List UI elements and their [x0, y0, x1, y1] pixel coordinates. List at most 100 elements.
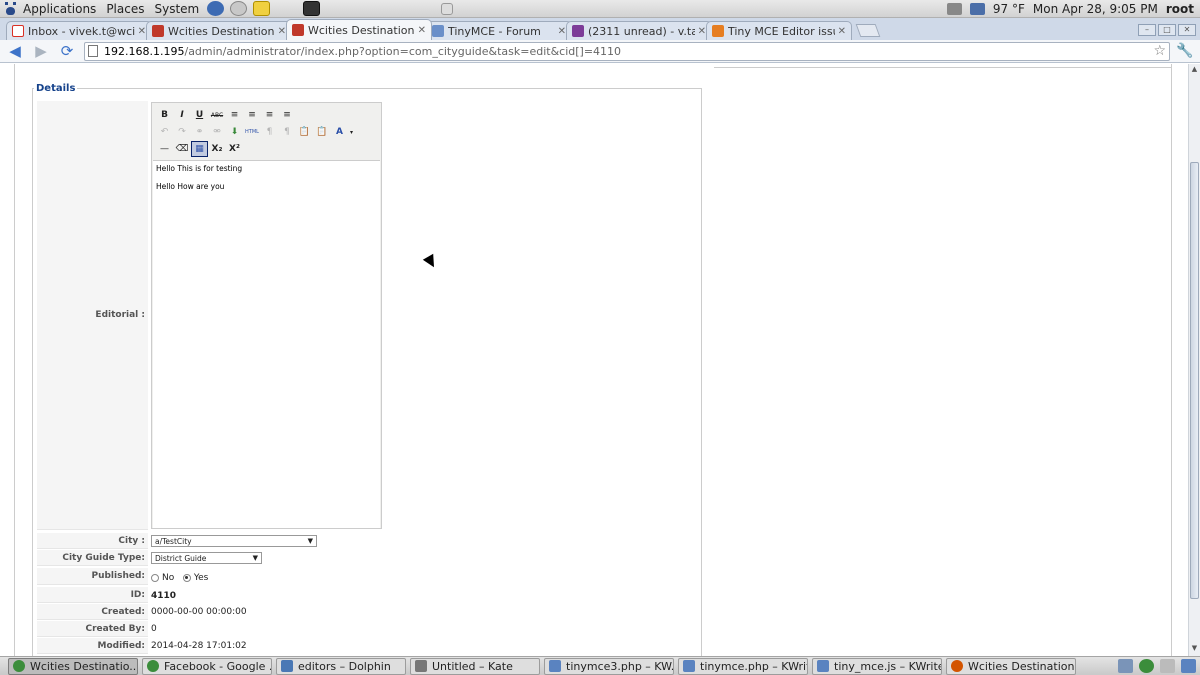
weather-text[interactable]: 97 °F — [993, 2, 1025, 16]
mail-launcher-icon[interactable] — [230, 1, 248, 16]
scroll-down-icon[interactable]: ▼ — [1189, 644, 1200, 655]
task-dolphin[interactable]: editors – Dolphin — [276, 657, 406, 675]
globe-launcher-icon[interactable] — [207, 1, 225, 16]
scroll-thumb[interactable] — [1190, 162, 1199, 599]
text-color-button[interactable]: A — [331, 124, 348, 140]
tab-wcities-active[interactable]: Wcities Destination Guide ✕ — [286, 19, 432, 40]
close-tab-icon[interactable]: ✕ — [558, 26, 566, 37]
task-kwrite-tiny-mce-js[interactable]: tiny_mce.js – KWrite — [812, 657, 942, 675]
undo-button[interactable]: ↶ — [156, 124, 173, 140]
remove-format-button[interactable]: ⌫ — [174, 141, 191, 157]
terminal-launcher-icon[interactable] — [303, 1, 321, 16]
editor-content-area[interactable]: Hello This is for testing Hello How are … — [153, 160, 380, 528]
task-facebook[interactable]: Facebook - Google ... — [142, 657, 272, 675]
tab-tinymce-forum[interactable]: TinyMCE - Forum ✕ — [426, 21, 572, 40]
address-bar[interactable]: 192.168.1.195/admin/administrator/index.… — [84, 41, 1170, 61]
details-legend: Details — [34, 83, 78, 94]
close-tab-icon[interactable]: ✕ — [138, 26, 146, 37]
strikethrough-button[interactable]: ABC — [209, 107, 226, 123]
back-icon[interactable]: ◀ — [4, 41, 26, 61]
close-tab-icon[interactable]: ✕ — [278, 26, 286, 37]
city-guide-type-select[interactable]: District Guide ▼ — [151, 552, 262, 564]
task-kwrite-tinymce3[interactable]: tinymce3.php – KW... — [544, 657, 674, 675]
scroll-up-icon[interactable]: ▲ — [1189, 65, 1200, 76]
published-yes-radio[interactable] — [182, 573, 191, 582]
tab-title: Wcities Destination Guide — [168, 24, 275, 38]
task-wcities-chrome[interactable]: Wcities Destinatio... — [8, 657, 138, 675]
tab-mail[interactable]: (2311 unread) - v.tanka ✕ — [566, 21, 712, 40]
task-kwrite-tinymce[interactable]: tinymce.php – KWrite — [678, 657, 808, 675]
tab-wcities-1[interactable]: Wcities Destination Guide ✕ — [146, 21, 292, 40]
editorial-label: Editorial : — [95, 310, 145, 320]
horizontal-rule-button[interactable]: — — [156, 141, 173, 157]
vertical-scrollbar[interactable]: ▲ ▼ — [1188, 64, 1200, 656]
published-no-radio[interactable] — [151, 573, 159, 582]
close-tab-icon[interactable]: ✕ — [698, 26, 706, 37]
minimize-icon[interactable]: – — [1138, 24, 1156, 36]
chrome-icon[interactable] — [1139, 659, 1154, 673]
align-center-button[interactable]: ≡ — [244, 107, 261, 123]
bold-button[interactable]: B — [156, 107, 173, 123]
editor-paragraph[interactable]: Hello How are you — [156, 182, 377, 191]
align-left-button[interactable]: ≡ — [226, 107, 243, 123]
clock[interactable]: Mon Apr 28, 9:05 PM — [1033, 2, 1158, 16]
bookmark-star-icon[interactable]: ☆ — [1153, 43, 1166, 59]
desktop-icon[interactable] — [1118, 659, 1133, 673]
menu-system[interactable]: System — [149, 0, 204, 18]
mce-toolbar-row-2: ↶ ↷ ⚭ ⚮ ⬇ HTML ¶ ¶ 📋 📋 A ▾ — [156, 124, 355, 140]
italic-button[interactable]: I — [174, 107, 191, 123]
volume-icon[interactable] — [946, 2, 962, 15]
display-icon[interactable] — [969, 2, 985, 15]
city-select[interactable]: a/TestCity ▼ — [151, 535, 317, 547]
align-right-button[interactable]: ≡ — [261, 107, 278, 123]
ltr-button[interactable]: ¶ — [261, 124, 278, 140]
visual-aid-button[interactable]: ▦ — [191, 141, 208, 157]
reload-icon[interactable]: ⟳ — [56, 41, 78, 61]
created-by-value: 0 — [151, 624, 157, 634]
underline-button[interactable]: U — [191, 107, 208, 123]
paste-word-button[interactable]: 📋 — [314, 124, 331, 140]
subscript-button[interactable]: X₂ — [209, 141, 226, 157]
close-tab-icon[interactable]: ✕ — [838, 26, 846, 37]
close-window-icon[interactable]: ✕ — [1178, 24, 1196, 36]
notes-launcher-icon[interactable] — [253, 1, 271, 16]
published-yes-label[interactable]: Yes — [194, 573, 209, 583]
chevron-down-icon: ▼ — [252, 554, 258, 562]
created-label-cell: Created: — [37, 604, 148, 620]
editor-paragraph[interactable]: Hello This is for testing — [156, 164, 377, 173]
blank-icon[interactable] — [1160, 659, 1175, 673]
user-name[interactable]: root — [1166, 2, 1194, 16]
type-select-value: District Guide — [155, 553, 207, 563]
new-tab-button[interactable] — [855, 24, 881, 37]
gnome-foot-icon[interactable] — [4, 1, 18, 16]
tab-tinymce-issue[interactable]: Tiny MCE Editor issue on ✕ — [706, 21, 852, 40]
link-button[interactable]: ⚭ — [191, 124, 208, 140]
network-icon[interactable] — [441, 2, 454, 15]
menu-places[interactable]: Places — [101, 0, 149, 18]
forward-icon[interactable]: ▶ — [30, 41, 52, 61]
maximize-icon[interactable]: □ — [1158, 24, 1176, 36]
align-justify-button[interactable]: ≡ — [279, 107, 296, 123]
tab-inbox[interactable]: Inbox - vivek.t@wcities ✕ — [6, 21, 152, 40]
menu-applications[interactable]: Applications — [18, 0, 101, 18]
superscript-button[interactable]: X² — [226, 141, 243, 157]
trash-icon[interactable] — [1181, 659, 1196, 673]
created-value: 0000-00-00 00:00:00 — [151, 607, 247, 617]
html-button[interactable]: HTML — [244, 124, 261, 140]
redo-button[interactable]: ↷ — [174, 124, 191, 140]
task-kate[interactable]: Untitled – Kate — [410, 657, 540, 675]
wrench-icon[interactable]: 🔧 — [1176, 43, 1193, 59]
text-color-dropdown-icon[interactable]: ▾ — [349, 124, 355, 140]
rtl-button[interactable]: ¶ — [279, 124, 296, 140]
unlink-button[interactable]: ⚮ — [209, 124, 226, 140]
editorial-label-cell: Editorial : — [37, 101, 148, 530]
paste-text-button[interactable]: 📋 — [296, 124, 313, 140]
published-no-label[interactable]: No — [162, 573, 174, 583]
task-label: tinymce.php – KWrite — [700, 659, 808, 673]
tab-title: Inbox - vivek.t@wcities — [28, 24, 135, 38]
image-button[interactable]: ⬇ — [226, 124, 243, 140]
id-value: 4110 — [151, 591, 177, 601]
created-label: Created: — [101, 607, 145, 617]
task-wcities-firefox[interactable]: Wcities Destination... — [946, 657, 1076, 675]
close-tab-icon[interactable]: ✕ — [418, 25, 426, 36]
